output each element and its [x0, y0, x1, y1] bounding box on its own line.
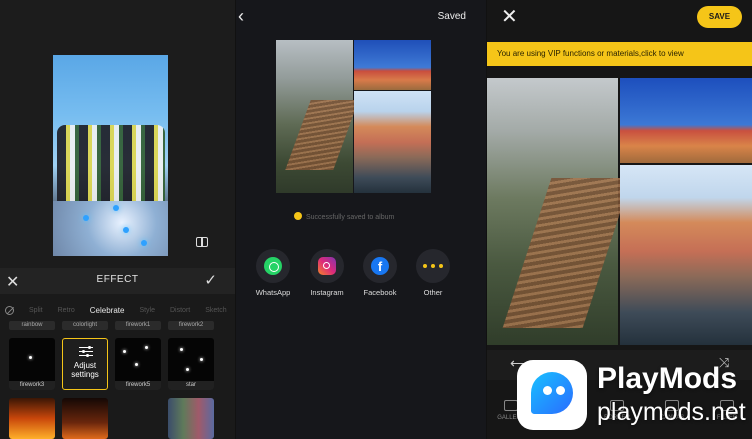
effect-top-row: rainbow colorlight firework1 firework2	[0, 321, 235, 331]
tab-retro[interactable]: Retro	[58, 307, 75, 314]
sparkle	[141, 240, 147, 246]
no-effect-icon[interactable]	[5, 305, 14, 315]
watermark-url: playmods.net	[597, 398, 746, 426]
gallery-icon	[504, 400, 518, 411]
whatsapp-icon	[264, 257, 282, 275]
success-check-icon	[294, 212, 302, 220]
share-facebook[interactable]: f Facebook	[360, 249, 400, 297]
effect-star[interactable]: star	[168, 338, 214, 390]
collage-photo-stairs[interactable]	[487, 78, 618, 345]
compare-icon[interactable]	[196, 237, 208, 247]
collage-photo-town[interactable]	[620, 165, 752, 345]
facebook-icon: f	[371, 257, 389, 275]
share-screen: ‹ Saved Successfully saved to album What…	[236, 0, 486, 439]
effect-title: EFFECT	[96, 274, 139, 285]
collage-photo-mountains[interactable]	[620, 78, 752, 163]
success-message: Successfully saved to album	[294, 212, 394, 221]
save-button[interactable]: SAVE	[697, 6, 742, 28]
effect-fire[interactable]	[9, 398, 55, 439]
close-icon[interactable]: ✕	[501, 4, 518, 29]
sparkle	[123, 227, 129, 233]
confirm-check-icon[interactable]: ✓	[204, 271, 217, 289]
effect-prism[interactable]	[168, 398, 214, 439]
playmods-logo-icon	[517, 360, 587, 430]
share-whatsapp[interactable]: WhatsApp	[253, 249, 293, 297]
tab-distort[interactable]: Distort	[170, 307, 190, 314]
share-other[interactable]: Other	[413, 249, 453, 297]
adjust-settings-label: Adjust settings	[71, 361, 99, 379]
vip-notice-bar[interactable]: You are using VIP functions or materials…	[487, 42, 752, 66]
back-arrow-icon[interactable]: ‹	[238, 6, 244, 27]
collage-photo-mountains	[354, 40, 431, 90]
effect-header: ✕ EFFECT ✓	[0, 268, 235, 294]
share-instagram[interactable]: Instagram	[307, 249, 347, 297]
instagram-icon	[318, 257, 336, 275]
collage-photo-town	[354, 91, 431, 193]
effect-firework1[interactable]: firework1	[115, 321, 161, 330]
collage-photo-stairs	[276, 40, 353, 193]
tab-split[interactable]: Split	[29, 307, 43, 314]
effect-firework5[interactable]: firework5	[115, 338, 161, 390]
tab-celebrate[interactable]: Celebrate	[90, 306, 125, 315]
saved-label: Saved	[437, 11, 466, 22]
more-icon	[423, 264, 443, 268]
collage-canvas[interactable]	[487, 78, 752, 345]
effect-flame[interactable]	[62, 398, 108, 439]
tab-style[interactable]: Style	[139, 307, 155, 314]
effect-screen: ✕ EFFECT ✓ Split Retro Celebrate Style D…	[0, 0, 235, 439]
tab-sketch[interactable]: Sketch	[205, 307, 226, 314]
effect-rainbow[interactable]: rainbow	[9, 321, 55, 330]
sliders-icon	[79, 345, 93, 357]
photo-preview	[53, 55, 168, 256]
watermark-brand: PlayMods	[597, 362, 738, 395]
sparkle	[113, 205, 119, 211]
effect-colorlight[interactable]: colorlight	[62, 321, 108, 330]
photo-preview-area	[0, 0, 235, 268]
playmods-watermark: PlayMods playmods.net	[517, 360, 752, 439]
adjust-settings-tile[interactable]: Adjust settings	[62, 338, 108, 390]
effect-firework3[interactable]: firework3	[9, 338, 55, 390]
effect-category-tabs: Split Retro Celebrate Style Distort Sket…	[0, 300, 235, 320]
effect-firework2[interactable]: firework2	[168, 321, 214, 330]
collage-preview	[276, 40, 431, 193]
sparkle	[83, 215, 89, 221]
